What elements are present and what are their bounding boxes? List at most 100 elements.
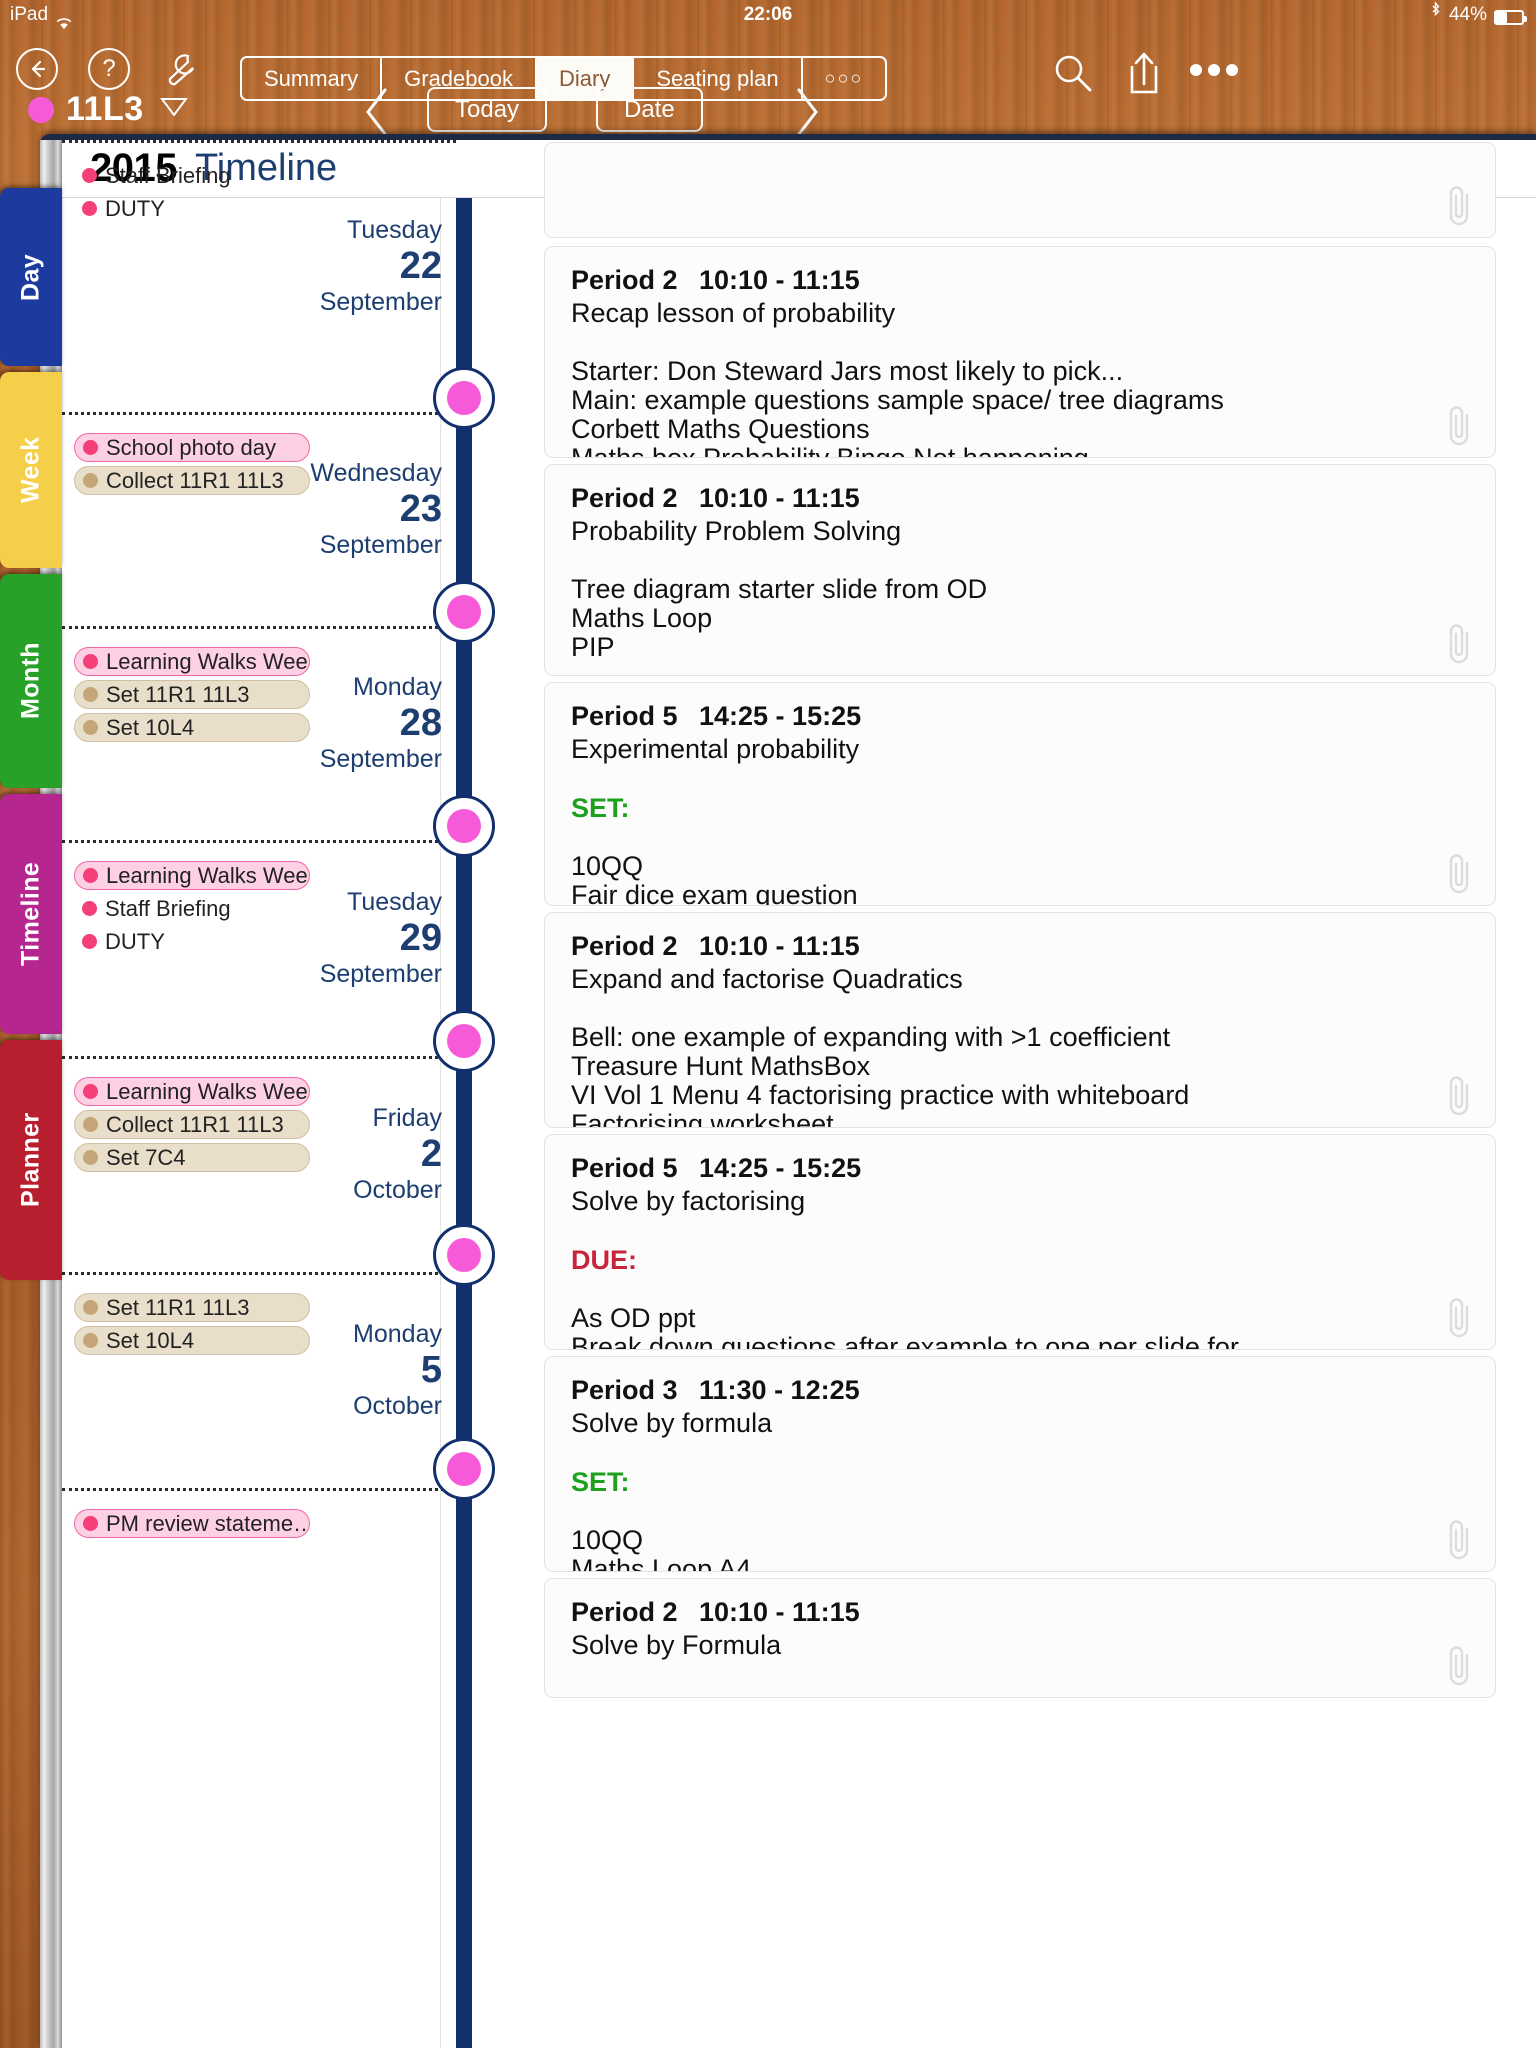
view-tab-day[interactable]: Day — [0, 188, 62, 366]
lesson-period: Period 5 — [571, 1153, 678, 1183]
event-tag[interactable]: Learning Walks Week — [74, 647, 310, 676]
event-tag-label: Set 10L4 — [106, 714, 195, 740]
timeline-day-block[interactable]: Learning Walks Week Collect 11R1 11L3 Set … — [62, 1056, 456, 1272]
event-tag-dot — [83, 720, 98, 735]
timeline-scroll-area[interactable]: Staff Briefing DUTY Tuesday 22 September Scho… — [62, 140, 1536, 2048]
timeline-day-block[interactable]: PM review stateme… — [62, 1488, 456, 1704]
event-tag-dot — [83, 1333, 98, 1348]
date-nav-bar: 11L3 Today Date — [0, 82, 1536, 140]
timeline-day-block[interactable]: Learning Walks Week Set 11R1 11L3 Set 10L4… — [62, 626, 456, 840]
event-tag-label: Set 11R1 11L3 — [106, 1294, 250, 1320]
event-tag[interactable]: PM review stateme… — [74, 1509, 310, 1538]
event-tag[interactable]: Staff Briefing — [74, 161, 310, 190]
event-tag-dot — [83, 1300, 98, 1315]
day-date-label: Tuesday 29 September — [202, 889, 442, 988]
lesson-title: Solve by factorising — [571, 1186, 806, 1216]
view-tab-label: Week — [16, 436, 45, 504]
event-tag-dot — [83, 440, 98, 455]
timeline-day-node[interactable] — [433, 1438, 495, 1500]
lesson-note-line: 10QQ — [571, 851, 644, 881]
event-tag[interactable]: School photo day — [74, 433, 310, 462]
lesson-note-line: Bell: one example of expanding with >1 c… — [571, 1022, 1171, 1052]
paperclip-icon[interactable] — [1443, 853, 1477, 895]
view-tab-month[interactable]: Month — [0, 574, 62, 788]
notebook-page: 2015 Timeline Staff Briefing DUTY Tuesday 2… — [62, 140, 1536, 2048]
paperclip-icon[interactable] — [1443, 1297, 1477, 1339]
lesson-spacer — [571, 765, 1469, 793]
lesson-card-header: Period 5 14:25 - 15:25 — [571, 701, 1469, 732]
lesson-period: Period 2 — [571, 1597, 678, 1627]
weekday-label: Monday — [353, 673, 442, 701]
paperclip-icon[interactable] — [1443, 1519, 1477, 1561]
lesson-card[interactable]: Period 5 14:25 - 15:25 Solve by factorisin… — [544, 1134, 1496, 1350]
lesson-note-line: Maths Loop A4 — [571, 1553, 752, 1572]
more-horizontal-icon[interactable] — [1188, 62, 1240, 83]
view-tab-planner[interactable]: Planner — [0, 1040, 62, 1280]
paperclip-icon[interactable] — [1443, 1645, 1477, 1687]
day-number: 2 — [420, 1133, 442, 1175]
timeline-day-block[interactable]: School photo day Collect 11R1 11L3 Wednesd… — [62, 412, 456, 626]
timeline-day-block[interactable]: Learning Walks Week Staff Briefing DUTY Tue… — [62, 840, 456, 1056]
lesson-time: 10:10 - 11:15 — [699, 483, 860, 513]
homework-due-label: DUE: — [571, 1245, 637, 1275]
view-tab-label: Day — [16, 253, 45, 301]
view-tab-week[interactable]: Week — [0, 372, 62, 568]
paperclip-icon[interactable] — [1443, 185, 1477, 227]
event-tag-dot — [83, 1117, 98, 1132]
event-tag-label: DUTY — [105, 928, 165, 954]
today-button[interactable]: Today — [427, 87, 548, 132]
event-tag-label: School photo day — [106, 434, 277, 460]
event-tag-label: Learning Walks Week — [106, 1078, 310, 1104]
lesson-card[interactable]: Period 2 10:10 - 11:15 Expand and factoris… — [544, 912, 1496, 1128]
lesson-period: Period 2 — [571, 483, 678, 513]
timeline-node-dot — [447, 1024, 481, 1058]
lesson-card[interactable]: Period 5 14:25 - 15:25 Experimental probab… — [544, 682, 1496, 906]
timeline-day-block[interactable]: Set 11R1 11L3 Set 10L4 Monday 5 October — [62, 1272, 456, 1488]
lesson-note-line: VI Vol 1 Menu 4 factorising practice wit… — [571, 1079, 1190, 1110]
paperclip-icon[interactable] — [1443, 1075, 1477, 1117]
timeline-day-node[interactable] — [433, 795, 495, 857]
timeline-spine — [456, 198, 472, 2048]
event-tag-dot — [82, 201, 97, 216]
lesson-note-line: 10QQ — [571, 1525, 644, 1555]
date-button[interactable]: Date — [596, 87, 703, 132]
lesson-title: Probability Problem Solving — [571, 516, 902, 546]
lesson-card[interactable]: Period 2 10:10 - 11:15 Probability Problem… — [544, 464, 1496, 676]
lesson-card[interactable] — [544, 142, 1496, 238]
timeline-day-node[interactable] — [433, 367, 495, 429]
event-tag[interactable]: Learning Walks Week — [74, 1077, 310, 1106]
timeline-day-block[interactable]: Staff Briefing DUTY Tuesday 22 September — [62, 140, 456, 412]
month-label: October — [353, 1392, 442, 1421]
timeline-day-node[interactable] — [433, 1224, 495, 1286]
lesson-note-line: Maths Loop — [571, 602, 713, 633]
lesson-period: Period 3 — [571, 1375, 678, 1405]
view-tab-timeline[interactable]: Timeline — [0, 794, 62, 1034]
triangle-down-icon[interactable] — [159, 96, 188, 123]
lesson-time: 14:25 - 15:25 — [699, 701, 862, 731]
event-tag-dot — [83, 473, 98, 488]
lesson-note-line: Fair dice exam question — [571, 879, 858, 906]
event-tag-label: Staff Briefing — [105, 162, 231, 188]
day-date-label: Wednesday 23 September — [202, 460, 442, 559]
day-date-label: Tuesday 22 September — [202, 217, 442, 316]
event-tag[interactable]: Learning Walks Week — [74, 861, 310, 890]
top-toolbar: ? Summary Gradebook Diary Seating plan ○… — [0, 26, 1536, 101]
event-tag-dot — [83, 654, 98, 669]
event-tag-label: PM review stateme… — [106, 1510, 310, 1536]
lesson-time: 10:10 - 11:15 — [699, 931, 860, 961]
timeline-day-node[interactable] — [433, 581, 495, 643]
lesson-card[interactable]: Period 2 10:10 - 11:15 Recap lesson of pro… — [544, 246, 1496, 458]
lesson-card[interactable]: Period 2 10:10 - 11:15 Solve by Formula — [544, 1578, 1496, 1698]
event-tag-dot — [83, 1516, 98, 1531]
timeline-day-node[interactable] — [433, 1010, 495, 1072]
event-tag[interactable]: Set 11R1 11L3 — [74, 1293, 310, 1322]
lesson-note-line: Main: example questions sample space/ tr… — [571, 384, 1224, 415]
day-event-tags: PM review stateme… — [74, 1509, 310, 1542]
lesson-card[interactable]: Period 3 11:30 - 12:25 Solve by formula SET… — [544, 1356, 1496, 1572]
class-selector[interactable]: 11L3 — [28, 90, 188, 129]
lesson-spacer — [571, 1439, 1469, 1467]
lesson-card-header: Period 2 10:10 - 11:15 — [571, 1597, 1469, 1628]
paperclip-icon[interactable] — [1443, 405, 1477, 447]
paperclip-icon[interactable] — [1443, 623, 1477, 665]
weekday-label: Tuesday — [347, 216, 442, 244]
